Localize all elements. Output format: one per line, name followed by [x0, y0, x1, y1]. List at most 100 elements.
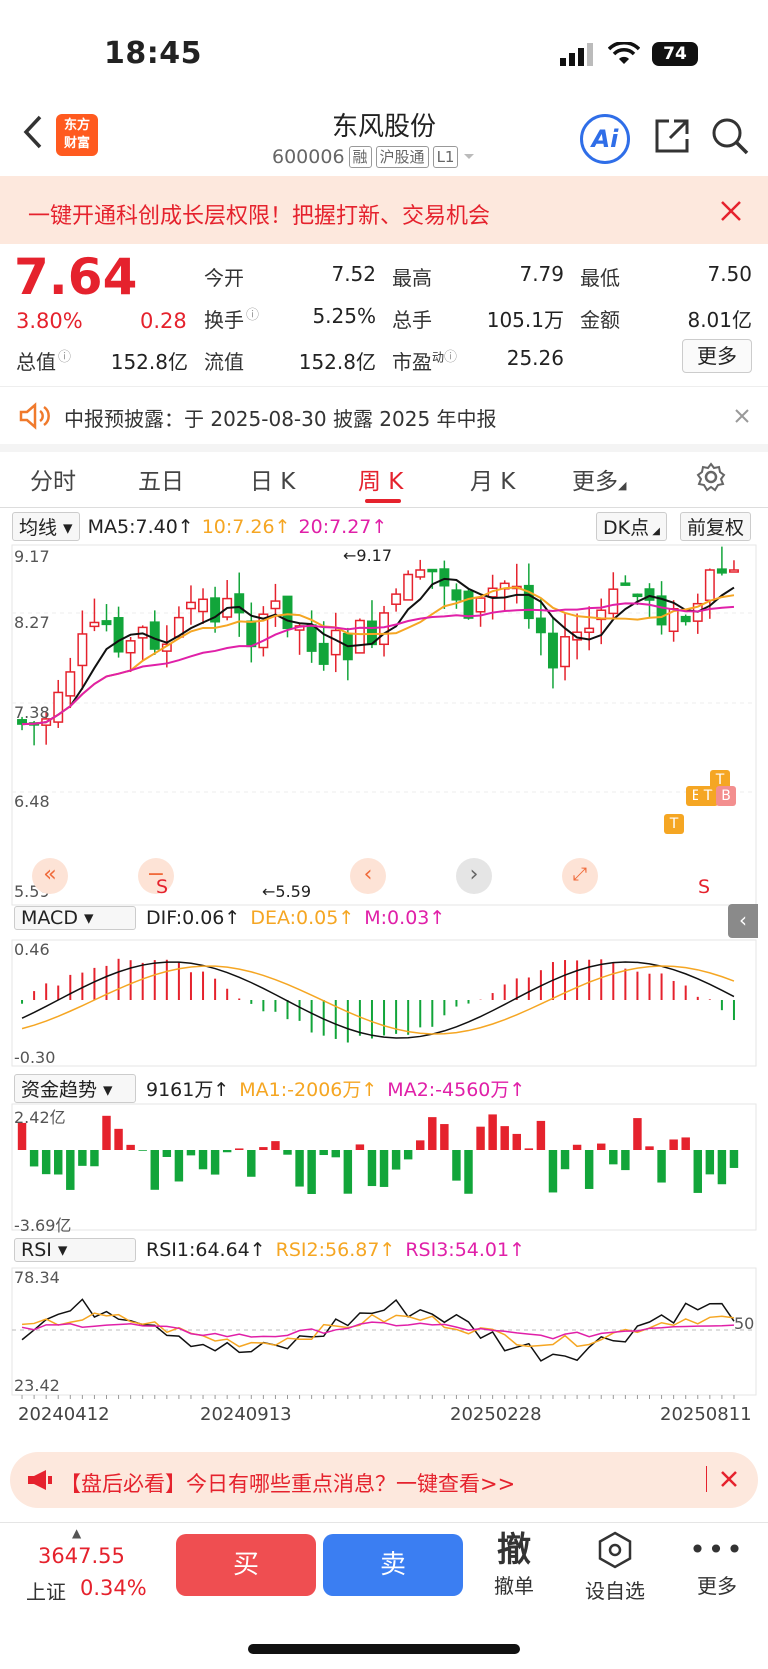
kline-chart[interactable]: [0, 540, 768, 1440]
close-icon[interactable]: [720, 200, 742, 222]
scroll-left-fast-button[interactable]: «: [32, 858, 68, 894]
m-value: M:0.03↑: [364, 907, 446, 929]
fund-bar: [548, 1150, 558, 1193]
add-watchlist-button[interactable]: 设自选: [575, 1530, 655, 1604]
fund-bar: [476, 1126, 485, 1150]
rsi-y-top: 78.34: [14, 1268, 60, 1287]
turnover-value: 5.25%: [312, 304, 376, 328]
triangle-icon: ◢: [618, 479, 627, 492]
fund-bar: [210, 1150, 220, 1175]
candle-body: [704, 569, 715, 602]
fund-bar: [609, 1150, 618, 1165]
candle-body: [306, 624, 317, 652]
index-name[interactable]: 上证: [26, 1576, 66, 1605]
mktcap-value: 152.8亿: [110, 350, 188, 374]
promo-banner-text[interactable]: 一键开通科创成长层权限！把握打新、交易机会: [28, 198, 490, 230]
fund-bar: [331, 1150, 340, 1158]
volume-label: 总手: [392, 308, 432, 332]
change-pct: 3.80%: [16, 309, 83, 333]
dif-value: DIF:0.06↑: [146, 907, 241, 929]
fund-bar: [198, 1150, 208, 1170]
buy-button[interactable]: 买: [176, 1534, 316, 1596]
ma20-value: 20:7.27↑: [298, 515, 388, 538]
fund-bar: [259, 1147, 268, 1150]
home-indicator: [248, 1644, 520, 1654]
m-text: M:0.03: [364, 907, 430, 929]
news-banner-text[interactable]: 【盘后必看】今日有哪些重点消息？一键查看>>: [60, 1468, 515, 1498]
rsi1-value: RSI1:64.64↑: [146, 1239, 266, 1261]
settings-gear-icon[interactable]: [696, 462, 726, 492]
fund-bar: [621, 1150, 630, 1171]
megaphone-icon: [28, 1470, 52, 1490]
dif-text: DIF:0.06: [146, 907, 225, 929]
index-value[interactable]: 3647.55: [38, 1544, 125, 1568]
max-price-label: ←9.17: [343, 546, 393, 565]
candle-body: [89, 621, 100, 628]
open-label: 今开: [204, 266, 244, 290]
rsi-selector[interactable]: RSI ▾: [14, 1238, 136, 1262]
search-icon[interactable]: [710, 116, 750, 156]
fund-bar: [90, 1150, 99, 1167]
collapse-panel-button[interactable]: ‹: [728, 904, 758, 938]
close-notice-icon[interactable]: [734, 408, 750, 424]
adjust-selector[interactable]: 前复权: [680, 512, 752, 541]
fund-bar: [669, 1139, 678, 1150]
candle-body: [620, 582, 631, 586]
scroll-right-button[interactable]: ›: [456, 858, 492, 894]
more-quote-button[interactable]: 更多: [682, 339, 752, 373]
fullscreen-button[interactable]: ⤢: [562, 858, 598, 894]
tab-intraday[interactable]: 分时: [30, 462, 76, 496]
fund-bar: [657, 1150, 666, 1183]
candle-body: [439, 568, 450, 587]
tab-more[interactable]: 更多◢: [572, 462, 626, 496]
share-icon[interactable]: [652, 116, 692, 156]
status-time: 18:45: [104, 36, 202, 71]
tab-day-k[interactable]: 日 K: [250, 462, 295, 496]
ma-selector[interactable]: 均线 ▾: [12, 512, 80, 541]
fund-bar: [464, 1150, 473, 1194]
more-button[interactable]: ••• 更多: [677, 1530, 757, 1599]
fund-bar: [343, 1150, 353, 1194]
fund-text: 9161万: [146, 1079, 214, 1101]
tab-week-k[interactable]: 周 K: [358, 462, 403, 496]
stock-code-row[interactable]: 600006 融 沪股通 L1: [272, 146, 476, 168]
macd-selector[interactable]: MACD ▾: [14, 906, 136, 930]
candle-body: [113, 617, 124, 653]
date-label: 20250811: [660, 1404, 752, 1425]
amount-label: 金额: [580, 308, 620, 332]
date-label: 20250228: [450, 1404, 542, 1425]
fund-bar: [283, 1150, 292, 1155]
dropdown-icon: [464, 154, 475, 159]
sell-button[interactable]: 卖: [323, 1534, 463, 1596]
cancel-order-button[interactable]: 撤 撤单: [474, 1530, 554, 1599]
divider: [0, 386, 768, 387]
section-gap: [0, 444, 768, 452]
info-icon[interactable]: ⓘ: [444, 350, 457, 365]
pe-sup: 动: [432, 350, 445, 365]
fund-selector[interactable]: 资金趋势 ▾: [14, 1074, 136, 1103]
low-value: 7.50: [707, 262, 752, 286]
fund-bar: [54, 1150, 63, 1175]
fund-legend: 资金趋势 ▾ 9161万↑ MA1:-2006万↑ MA2:-4560万↑: [14, 1074, 525, 1103]
candle-body: [65, 671, 76, 697]
info-icon[interactable]: ⓘ: [58, 350, 71, 365]
candle-body: [125, 640, 136, 654]
close-news-icon[interactable]: [720, 1470, 738, 1488]
scroll-left-button[interactable]: ‹: [350, 858, 386, 894]
notice-text[interactable]: 中报预披露：于 2025-08-30 披露 2025 年中报: [64, 403, 497, 432]
tab-month-k[interactable]: 月 K: [470, 462, 515, 496]
dk-selector[interactable]: DK点 ◢: [596, 512, 667, 541]
tag-level: L1: [432, 146, 459, 168]
macd-y-top: 0.46: [14, 940, 50, 959]
y-label-2: 8.27: [14, 613, 50, 632]
watchlist-icon: [598, 1531, 632, 1569]
info-icon[interactable]: ⓘ: [246, 308, 259, 323]
ai-button[interactable]: Ai: [580, 114, 630, 164]
tag-connect: 沪股通: [375, 146, 429, 168]
index-pct[interactable]: 0.34%: [80, 1576, 147, 1600]
mktcap-label-text: 总值: [16, 350, 56, 374]
candle-body: [77, 633, 88, 667]
tab-5day[interactable]: 五日: [138, 462, 184, 496]
date-label: 20240913: [200, 1404, 292, 1425]
fund-bar: [66, 1150, 75, 1190]
